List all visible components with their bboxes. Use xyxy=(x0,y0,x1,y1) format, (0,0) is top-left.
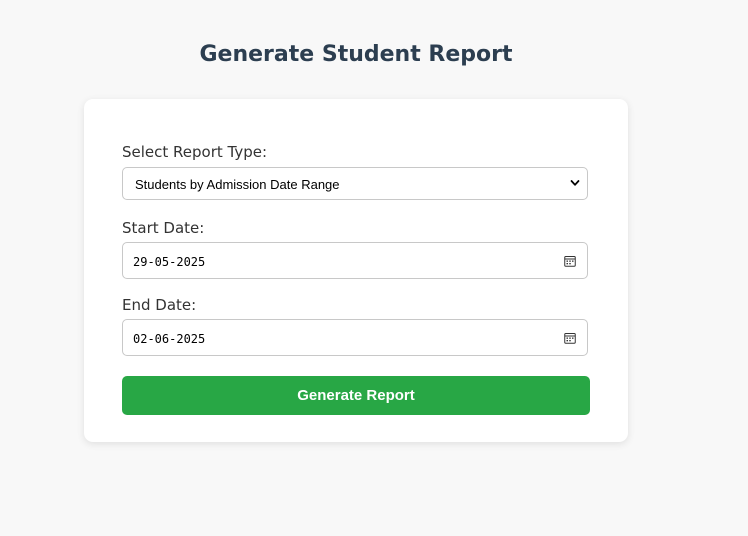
calendar-icon[interactable] xyxy=(564,255,576,267)
page-title: Generate Student Report xyxy=(199,42,513,67)
start-date-input[interactable]: 29-05-2025 xyxy=(122,242,588,279)
report-type-select[interactable]: Students by Admission Date Range xyxy=(122,167,588,200)
chevron-down-icon xyxy=(570,180,580,186)
end-date-value: 02-06-2025 xyxy=(133,332,206,346)
start-date-label: Start Date: xyxy=(122,219,205,237)
report-type-selected-value: Students by Admission Date Range xyxy=(135,177,340,192)
end-date-input[interactable]: 02-06-2025 xyxy=(122,319,588,356)
calendar-icon[interactable] xyxy=(564,332,576,344)
report-type-label: Select Report Type: xyxy=(122,143,268,161)
end-date-label: End Date: xyxy=(122,296,197,314)
report-form-card: Select Report Type: Students by Admissio… xyxy=(84,99,628,442)
start-date-value: 29-05-2025 xyxy=(133,255,206,269)
generate-report-button[interactable]: Generate Report xyxy=(122,376,590,415)
